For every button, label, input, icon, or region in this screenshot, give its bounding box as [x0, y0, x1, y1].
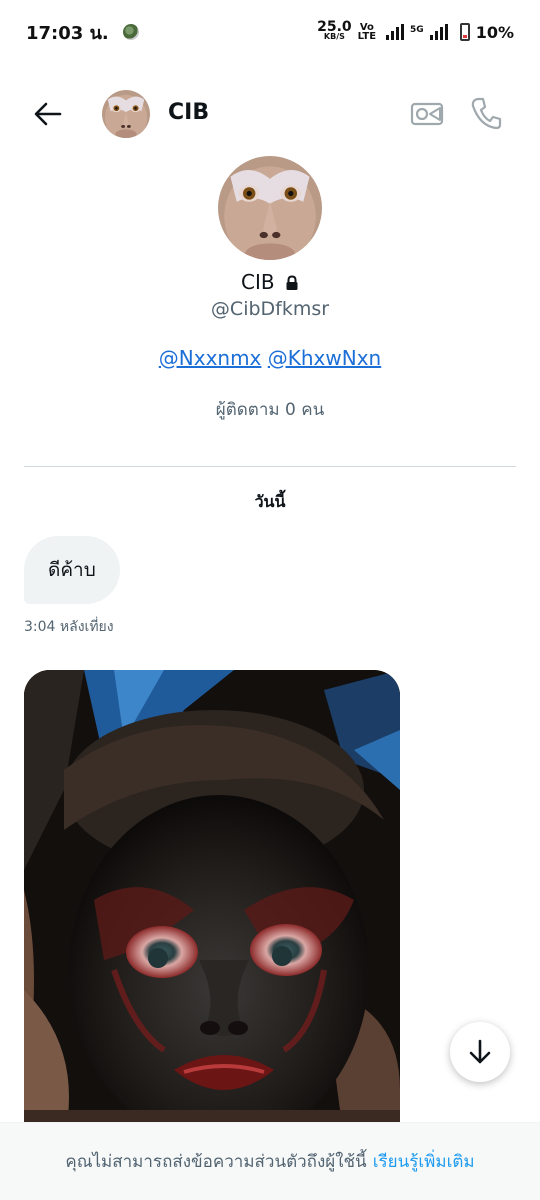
monkey-avatar-image — [218, 156, 322, 260]
signal-5g-icon — [429, 24, 448, 40]
mention-link-2[interactable]: @KhxwNxn — [268, 346, 381, 370]
status-bar: 17:03 น. 25.0 KB/S Vo LTE 5G 10% — [0, 0, 540, 64]
dm-restricted-notice: คุณไม่สามารถส่งข้อความส่วนตัวถึงผู้ใช้นี… — [65, 1152, 367, 1172]
notification-app-icon — [122, 24, 139, 40]
date-separator: วันนี้ — [254, 492, 286, 511]
network-speed: 25.0 KB/S — [317, 19, 352, 41]
status-time: 17:03 น. — [26, 22, 109, 44]
lock-icon — [286, 275, 298, 290]
header-avatar[interactable] — [102, 90, 150, 138]
video-camera-icon — [410, 102, 444, 126]
profile-handle: @CibDfkmsr — [210, 298, 330, 320]
network-speed-value: 25.0 — [317, 19, 352, 35]
header-title: CIB — [168, 100, 210, 125]
status-right: 25.0 KB/S Vo LTE 5G 10% — [317, 19, 514, 42]
conversation-header: CIB — [0, 82, 540, 146]
back-button[interactable] — [32, 98, 64, 130]
video-call-button[interactable] — [410, 98, 444, 130]
message-bubble[interactable]: ดีค้าบ — [24, 536, 120, 604]
battery-icon — [459, 23, 470, 41]
profile-avatar[interactable] — [218, 156, 322, 260]
message-text: ดีค้าบ — [48, 559, 96, 581]
message-image[interactable] — [24, 670, 400, 1140]
status-left: 17:03 น. — [26, 18, 139, 47]
mention-link-1[interactable]: @Nxxnmx — [159, 346, 262, 370]
monkey-avatar-image — [102, 90, 150, 138]
voice-call-button[interactable] — [470, 96, 502, 130]
divider — [24, 466, 516, 467]
message-timestamp: 3:04 หลังเที่ยง — [24, 619, 114, 635]
volte-bottom: LTE — [357, 31, 377, 42]
dm-restricted-footer: คุณไม่สามารถส่งข้อความส่วนตัวถึงผู้ใช้นี… — [0, 1122, 540, 1200]
learn-more-link[interactable]: เรียนรู้เพิ่มเติม — [373, 1148, 475, 1175]
profile-name: CIB — [241, 270, 275, 294]
profile-name-row: CIB — [0, 270, 540, 294]
signal-icon — [386, 24, 405, 40]
arrow-left-icon — [34, 102, 62, 126]
volte-indicator: Vo LTE — [357, 23, 377, 42]
followers-count: ผู้ติดตาม 0 คน — [215, 400, 325, 420]
network-speed-unit: KB/S — [323, 32, 345, 41]
network-type: 5G — [410, 24, 424, 35]
dark-face-photo — [24, 670, 400, 1140]
profile-mentions: @Nxxnmx @KhxwNxn — [0, 346, 540, 370]
scroll-to-bottom-button[interactable] — [450, 1022, 510, 1082]
arrow-down-icon — [469, 1039, 491, 1064]
phone-icon — [471, 97, 502, 130]
battery-level: 10% — [475, 22, 514, 42]
